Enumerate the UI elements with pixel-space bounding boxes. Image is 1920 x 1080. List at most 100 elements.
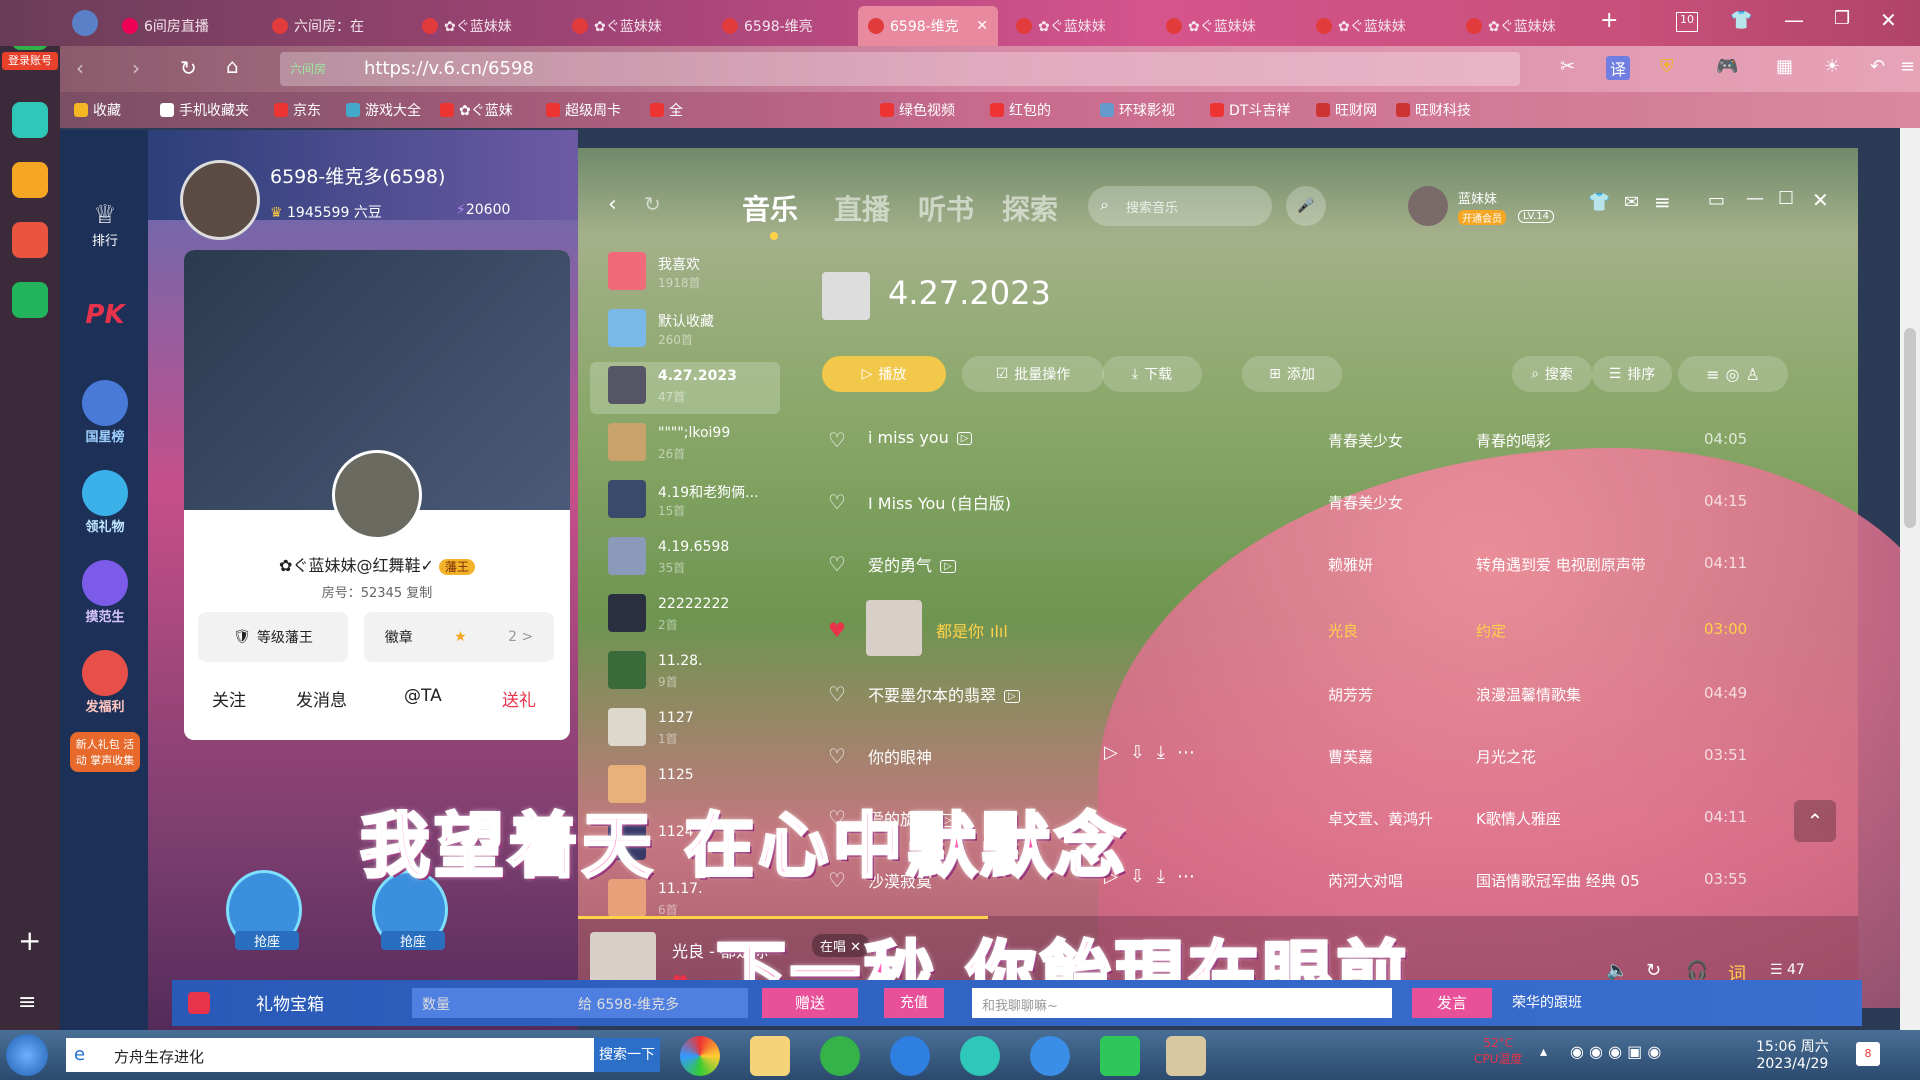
nav-welfare[interactable]: 发福利: [70, 650, 140, 715]
tab-live[interactable]: 直播: [834, 188, 890, 228]
heart-icon[interactable]: ♡: [828, 682, 846, 706]
voice-search-icon[interactable]: 🎤: [1286, 186, 1326, 226]
avatar[interactable]: [180, 160, 260, 240]
playlist-item-active[interactable]: 4.27.2023 47首: [590, 362, 780, 414]
browser-icon[interactable]: [820, 1036, 860, 1076]
search-input[interactable]: ⌕ 搜索音乐: [1088, 186, 1272, 226]
tab[interactable]: 6598-维亮: [712, 6, 852, 46]
mv-icon[interactable]: ▷: [940, 560, 956, 573]
playlist-item[interactable]: 4.19和老狗俩... 15首: [608, 476, 778, 528]
chrome-icon[interactable]: [680, 1036, 720, 1076]
close-icon[interactable]: ✕: [1812, 188, 1829, 212]
minimize-icon[interactable]: —: [1746, 188, 1764, 209]
tab[interactable]: ✿ぐ蓝妹妹: [1456, 6, 1596, 46]
row-actions[interactable]: ▷⇩⤓⋯: [1104, 742, 1207, 763]
nav-rank[interactable]: ♕ 排行: [70, 200, 140, 249]
back-icon[interactable]: ‹: [76, 56, 84, 80]
gift-icon[interactable]: [188, 992, 210, 1014]
gift-box-button[interactable]: 礼物宝箱: [256, 990, 324, 1015]
heart-icon[interactable]: ♡: [828, 744, 846, 768]
seat-slot[interactable]: 抢座: [226, 870, 302, 950]
bookmark[interactable]: 绿色视频: [880, 100, 955, 120]
send-button[interactable]: 发言: [1412, 988, 1492, 1018]
nav-pk[interactable]: PK: [70, 300, 140, 330]
tab-active[interactable]: 6598-维克 ✕: [858, 6, 998, 46]
live-app-icon[interactable]: [1166, 1036, 1206, 1076]
plus-circle-icon[interactable]: [12, 102, 48, 138]
app-icon[interactable]: [960, 1036, 1000, 1076]
song-row-playing[interactable]: ♥ 都是你 ılıl 光良 约定 03:00: [828, 596, 1828, 664]
bookmark-favorites[interactable]: 收藏: [74, 100, 121, 120]
star-icon[interactable]: [12, 162, 48, 198]
batch-button[interactable]: ☑ 批量操作: [962, 356, 1104, 392]
video-player-icon[interactable]: [1100, 1036, 1140, 1076]
mini-mode-icon[interactable]: ▭: [1708, 190, 1725, 211]
forward-icon[interactable]: ›: [132, 56, 140, 80]
skin-icon[interactable]: 👕: [1588, 192, 1610, 213]
tab-music[interactable]: 音乐: [742, 188, 798, 228]
tab[interactable]: ✿ぐ蓝妹妹: [412, 6, 552, 46]
mail-icon[interactable]: ✉: [1624, 192, 1639, 213]
folder-icon[interactable]: [750, 1036, 790, 1076]
maximize-icon[interactable]: ❐: [1834, 8, 1850, 29]
song-row[interactable]: ♡ I Miss You (自白版) 青春美少女 04:15: [828, 472, 1828, 534]
loop-icon[interactable]: ↻: [1646, 960, 1661, 981]
close-tab-icon[interactable]: ✕: [976, 18, 988, 34]
playlist-item[interactable]: """";lkoi99 26首: [608, 419, 778, 471]
playlist-item[interactable]: 22222222 2首: [608, 590, 778, 642]
bookmark[interactable]: 环球影视: [1100, 100, 1175, 120]
heart-icon[interactable]: ♡: [828, 552, 846, 576]
start-button[interactable]: [6, 1034, 48, 1076]
playlist-item[interactable]: 1127 1首: [608, 704, 778, 756]
login-button[interactable]: 登录账号: [2, 52, 58, 70]
mv-icon[interactable]: ▷: [956, 432, 973, 445]
bookmark[interactable]: ✿ぐ蓝妹: [440, 100, 513, 120]
grid-icon[interactable]: ▦: [1776, 56, 1793, 77]
weibo-icon[interactable]: [12, 222, 48, 258]
menu-icon[interactable]: ≡: [1654, 190, 1671, 214]
tab[interactable]: ✿ぐ蓝妹妹: [1156, 6, 1296, 46]
tab-explore[interactable]: 探索: [1002, 188, 1058, 228]
heart-icon[interactable]: ♡: [828, 490, 846, 514]
medal-box[interactable]: 徽章 ★ 2 >: [364, 612, 554, 662]
play-all-button[interactable]: ▷ 播放: [822, 356, 946, 392]
bookmark[interactable]: 超级周卡: [546, 100, 621, 120]
send-icon[interactable]: [72, 10, 98, 36]
avatar[interactable]: [1408, 186, 1448, 226]
tab[interactable]: ✿ぐ蓝妹妹: [1006, 6, 1146, 46]
playlist-item[interactable]: 4.19.6598 35首: [608, 533, 778, 585]
notification-badge[interactable]: 8: [1856, 1042, 1880, 1066]
heart-filled-icon[interactable]: ♥: [828, 618, 846, 642]
maximize-icon[interactable]: ☐: [1778, 188, 1794, 209]
nav-model[interactable]: 摸范生: [70, 560, 140, 625]
tab[interactable]: 六间房：在: [262, 6, 402, 46]
playlist-item[interactable]: 我喜欢 1918首: [608, 248, 778, 300]
game-icon[interactable]: 🎮: [1716, 56, 1738, 77]
refresh-icon[interactable]: ↻: [644, 192, 661, 216]
give-button[interactable]: 赠送: [762, 988, 858, 1018]
bookmark[interactable]: 旺财网: [1316, 100, 1377, 120]
mention-button[interactable]: @TA: [404, 686, 442, 706]
mail-icon[interactable]: [12, 282, 48, 318]
search-list-button[interactable]: ⌕ 搜索: [1512, 356, 1592, 392]
shield-icon[interactable]: ⛨: [1660, 56, 1674, 77]
tab[interactable]: ✿ぐ蓝妹妹: [562, 6, 702, 46]
nav-newbie-pack[interactable]: 新人礼包 活动 掌声收集: [70, 732, 140, 772]
headphone-icon[interactable]: 🎧: [1686, 960, 1708, 981]
user-name[interactable]: 蓝妹妹: [1458, 188, 1497, 207]
cut-icon[interactable]: ✂: [1560, 56, 1575, 77]
copy-button[interactable]: 复制: [406, 586, 432, 601]
song-row[interactable]: ♡ i miss you ▷ 青春美少女 青春的喝彩 04:05: [828, 410, 1828, 472]
tray-expand-icon[interactable]: ▴: [1540, 1044, 1547, 1060]
tray-icons[interactable]: ◉ ◉ ◉ ▣ ◉: [1570, 1042, 1661, 1061]
song-row[interactable]: ♡ 你的眼神 ▷⇩⤓⋯ 曹芙嘉 月光之花 03:51: [828, 726, 1828, 788]
search-button[interactable]: 搜索一下: [594, 1038, 660, 1072]
scrollbar-thumb[interactable]: [1904, 328, 1916, 528]
taskbar-search[interactable]: e 方舟生存进化: [66, 1038, 596, 1072]
view-toggle[interactable]: ≡ ◎ ♙: [1678, 356, 1788, 392]
tab[interactable]: ✿ぐ蓝妹妹: [1306, 6, 1446, 46]
translate-button[interactable]: 译: [1606, 56, 1631, 80]
close-window-icon[interactable]: ✕: [1880, 8, 1897, 32]
url-field[interactable]: 六间房 https://v.6.cn/6598: [280, 52, 1520, 86]
level-box[interactable]: 🛡 等级藩王: [198, 612, 348, 662]
